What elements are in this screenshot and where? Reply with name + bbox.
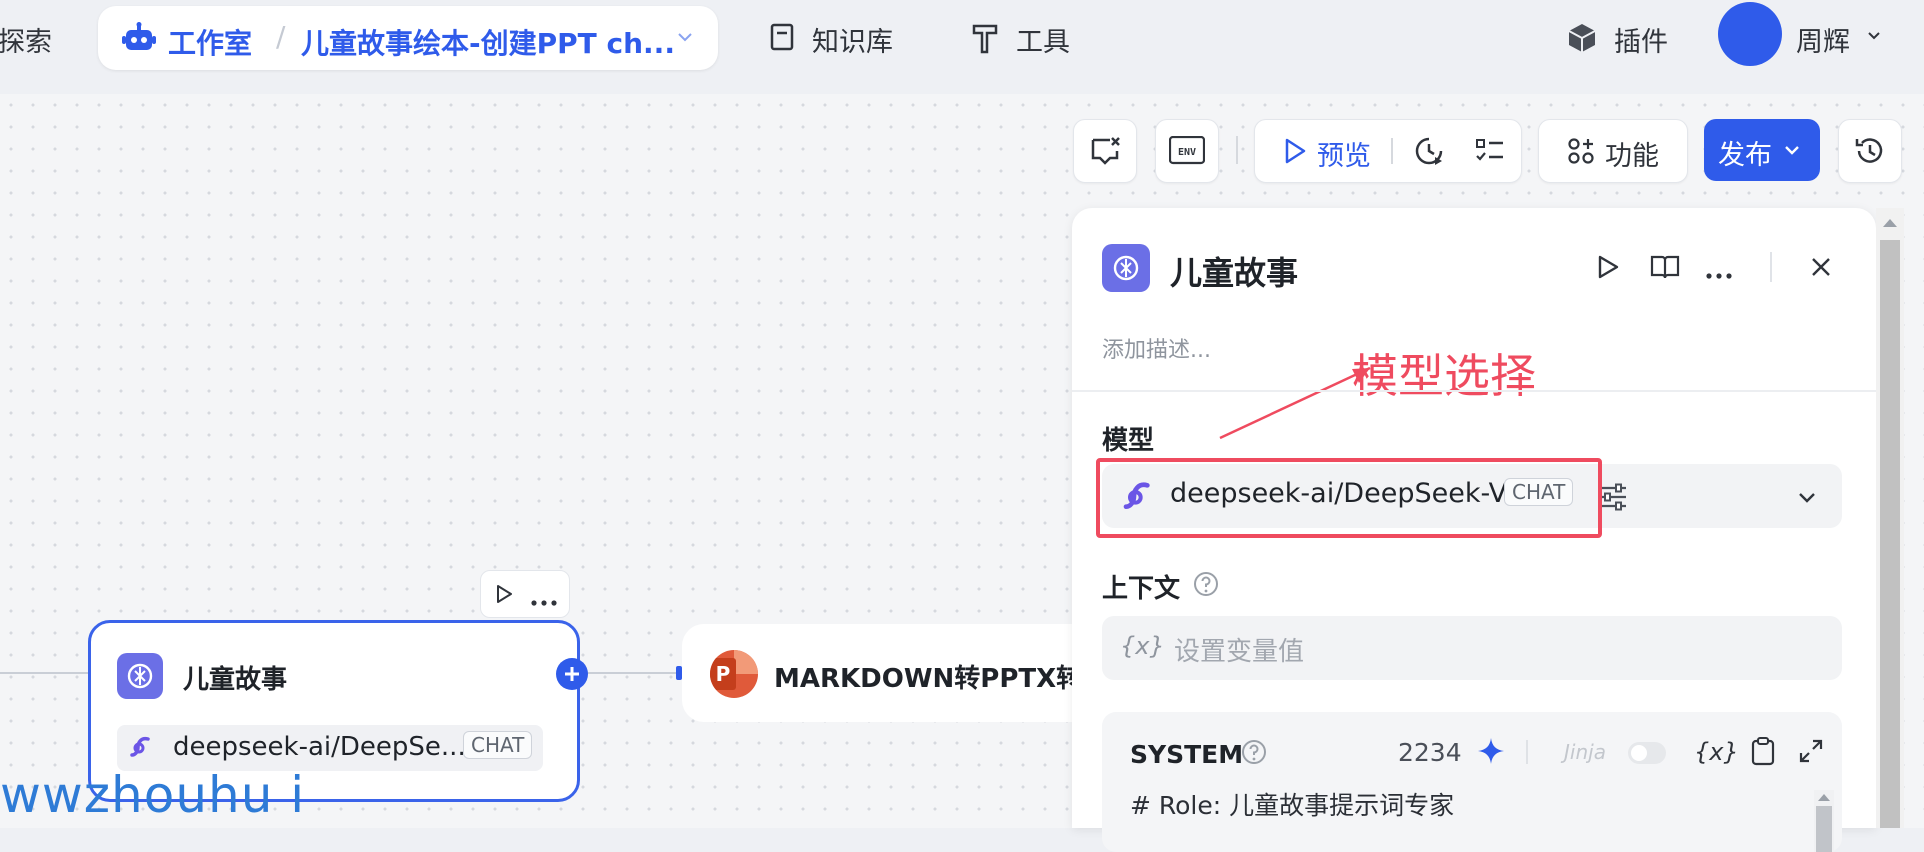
expand-icon[interactable] [1798,738,1824,768]
node-config-panel: 儿童故事 添加描述... 模型选择 模型 deepseek-ai/DeepSee… [1072,208,1876,852]
book-icon [768,22,796,56]
context-label: 上下文 [1102,574,1181,604]
editor-scrollbar[interactable] [1814,790,1834,852]
variable-icon: {x} [1120,632,1165,660]
preview-button[interactable]: 预览 [1317,134,1371,173]
divider [1526,740,1528,764]
annotation-arrow-icon [1219,366,1371,440]
nav-plugins[interactable]: 插件 [1614,20,1668,59]
nav-knowledge[interactable]: 知识库 [812,20,893,59]
chevron-down-icon [1784,143,1800,162]
nav-explore[interactable]: 探索 [0,20,52,59]
node-icon [117,653,163,699]
node-mini-toolbar [480,570,570,618]
system-prompt-text: # Role: 儿童故事提示词专家 [1130,791,1455,820]
more-icon[interactable] [531,591,557,610]
node-model-tag: CHAT [463,731,533,759]
context-placeholder: 设置变量值 [1174,637,1305,667]
watermark-text: wwzhouhu i [0,766,306,824]
help-icon[interactable] [1192,570,1220,602]
chevron-down-icon[interactable] [1866,28,1882,48]
play-icon [1283,137,1307,169]
comment-x-icon [1088,134,1122,172]
breadcrumb-project[interactable]: 儿童故事绘本-创建PPT ch... [301,22,675,62]
sparkle-icon[interactable] [1476,736,1506,770]
help-icon[interactable] [1240,738,1268,770]
publish-button[interactable]: 发布 [1704,119,1820,181]
env-icon: ENV [1168,135,1206,170]
node-model-name: deepseek-ai/DeepSe... [173,732,466,762]
add-node-button[interactable] [556,658,588,690]
publish-label: 发布 [1718,140,1772,171]
model-label: 模型 [1102,426,1155,456]
close-icon[interactable] [1810,256,1832,282]
robot-icon [122,22,156,58]
node-title: MARKDOWN转PPTX转换 [774,664,1109,694]
scrollbar-thumb[interactable] [1880,240,1900,828]
insert-variable-icon[interactable]: {x} [1694,738,1739,766]
comment-toggle-button[interactable] [1073,119,1137,183]
panel-scrollbar[interactable] [1876,208,1904,828]
settings-sliders-icon[interactable] [1598,483,1628,515]
annotation-highlight-box [1096,458,1602,538]
jinja-label: Jinja [1564,740,1606,764]
history-button[interactable] [1838,119,1902,183]
chevron-down-icon[interactable] [676,28,694,50]
toolbar-divider [1236,136,1238,164]
hammer-icon [970,22,1000,58]
avatar[interactable] [1718,2,1782,66]
node-model-chip: deepseek-ai/DeepSe... CHAT [117,725,543,771]
node-icon [1102,244,1150,292]
play-icon[interactable] [495,584,513,608]
divider [1770,252,1772,282]
clipboard-icon[interactable] [1750,736,1776,770]
breadcrumb: 工作室 / 儿童故事绘本-创建PPT ch... [98,6,718,70]
more-icon[interactable] [1706,264,1732,283]
play-icon[interactable] [1596,254,1620,284]
clock-run-icon[interactable] [1413,135,1445,171]
chevron-down-icon [1798,490,1816,509]
token-count: 2234 [1398,738,1462,767]
panel-title[interactable]: 儿童故事 [1170,248,1298,294]
node-title: 儿童故事 [183,665,288,695]
divider [1072,390,1876,392]
context-variable-input[interactable]: {x} 设置变量值 [1102,616,1842,680]
checklist-icon[interactable] [1475,137,1505,169]
model-logo-icon [129,735,153,763]
user-name[interactable]: 周辉 [1796,20,1850,59]
top-navigation-bar: 探索 工作室 / 儿童故事绘本-创建PPT ch... 知识库 工具 插件 周辉 [0,0,1924,94]
book-open-icon[interactable] [1650,254,1680,284]
apps-icon [1567,137,1595,169]
jinja-toggle[interactable] [1628,742,1666,764]
env-button[interactable]: ENV [1155,119,1219,183]
cube-icon [1566,22,1598,58]
features-label: 功能 [1605,141,1659,172]
description-input[interactable]: 添加描述... [1102,332,1211,364]
divider [1391,138,1393,164]
nav-tools[interactable]: 工具 [1016,20,1070,59]
preview-group: 预览 [1254,119,1522,183]
history-icon [1853,134,1887,172]
powerpoint-icon: P [710,650,758,698]
svg-text:ENV: ENV [1178,147,1196,158]
system-label: SYSTEM [1130,740,1244,769]
pptx-node[interactable]: P MARKDOWN转PPTX转换 [682,624,1108,722]
edge-node1-node2 [586,672,678,674]
edge-incoming [0,672,88,674]
system-prompt-editor[interactable]: SYSTEM 2234 Jinja {x} # Role: 儿童故事提示词专家 [1102,712,1842,852]
features-button[interactable]: 功能 [1538,119,1688,183]
breadcrumb-separator: / [276,20,286,53]
breadcrumb-studio[interactable]: 工作室 [168,22,252,62]
